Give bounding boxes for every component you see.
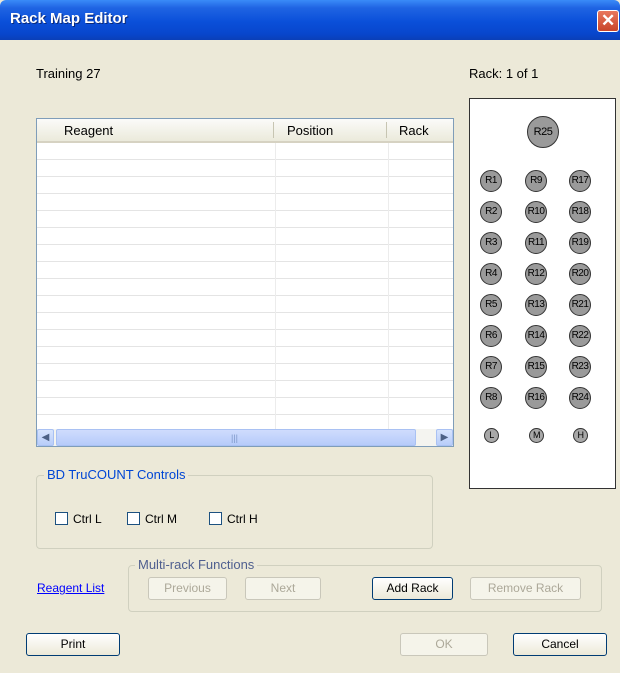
close-button[interactable]: ✕ bbox=[597, 10, 619, 32]
column-header-position[interactable]: Position bbox=[287, 123, 333, 138]
training-name-label: Training 27 bbox=[36, 66, 101, 81]
table-row[interactable] bbox=[37, 227, 453, 228]
previous-button[interactable]: Previous bbox=[148, 577, 227, 600]
scroll-grip-icon: ||| bbox=[231, 433, 239, 443]
horizontal-scrollbar[interactable]: ◀ ||| ▶ bbox=[37, 429, 453, 446]
table-header: Reagent Position Rack bbox=[37, 119, 453, 143]
scroll-left-icon[interactable]: ◀ bbox=[37, 429, 54, 446]
table-row[interactable] bbox=[37, 363, 453, 364]
rack-position-r7[interactable]: R7 bbox=[480, 356, 502, 378]
remove-rack-button[interactable]: Remove Rack bbox=[470, 577, 581, 600]
rack-position-r16[interactable]: R16 bbox=[525, 387, 547, 409]
title-bar[interactable]: Rack Map Editor ✕ bbox=[0, 0, 620, 40]
rack-indicator-label: Rack: 1 of 1 bbox=[469, 66, 539, 81]
ctrl-l-label[interactable]: Ctrl L bbox=[73, 512, 102, 526]
column-gridline bbox=[388, 143, 389, 429]
rack-position-r13[interactable]: R13 bbox=[525, 294, 547, 316]
window-title: Rack Map Editor bbox=[10, 10, 128, 27]
rack-position-m[interactable]: M bbox=[529, 428, 544, 443]
table-row[interactable] bbox=[37, 397, 453, 398]
table-row[interactable] bbox=[37, 261, 453, 262]
rack-position-r2[interactable]: R2 bbox=[480, 201, 502, 223]
rack-position-r4[interactable]: R4 bbox=[480, 263, 502, 285]
ctrl-h-label[interactable]: Ctrl H bbox=[227, 512, 258, 526]
table-row[interactable] bbox=[37, 312, 453, 313]
rack-map: R25 R1 R2 R3 R4 R5 R6 R7 R8 R9 R10 R11 R12 R13 R14 R15… bbox=[469, 98, 616, 489]
table-row[interactable] bbox=[37, 414, 453, 415]
multi-rack-functions-legend: Multi-rack Functions bbox=[135, 557, 258, 572]
table-row[interactable] bbox=[37, 329, 453, 330]
rack-position-r17[interactable]: R17 bbox=[569, 170, 591, 192]
print-button[interactable]: Print bbox=[26, 633, 120, 656]
rack-position-r5[interactable]: R5 bbox=[480, 294, 502, 316]
scroll-right-icon[interactable]: ▶ bbox=[436, 429, 453, 446]
column-separator[interactable] bbox=[273, 122, 274, 138]
rack-position-r20[interactable]: R20 bbox=[569, 263, 591, 285]
reagent-list-link[interactable]: Reagent List bbox=[37, 581, 104, 595]
rack-position-r15[interactable]: R15 bbox=[525, 356, 547, 378]
rack-map-editor-window: Rack Map Editor ✕ Training 27 Rack: 1 of… bbox=[0, 0, 620, 673]
table-row[interactable] bbox=[37, 244, 453, 245]
rack-position-r9[interactable]: R9 bbox=[525, 170, 547, 192]
rack-position-l[interactable]: L bbox=[484, 428, 499, 443]
rack-position-r18[interactable]: R18 bbox=[569, 201, 591, 223]
column-header-rack[interactable]: Rack bbox=[399, 123, 429, 138]
next-button[interactable]: Next bbox=[245, 577, 321, 600]
rack-position-r11[interactable]: R11 bbox=[525, 232, 547, 254]
table-row[interactable] bbox=[37, 210, 453, 211]
rack-position-r1[interactable]: R1 bbox=[480, 170, 502, 192]
rack-position-r19[interactable]: R19 bbox=[569, 232, 591, 254]
cancel-button[interactable]: Cancel bbox=[513, 633, 607, 656]
rack-position-r21[interactable]: R21 bbox=[569, 294, 591, 316]
scroll-thumb[interactable]: ||| bbox=[56, 429, 416, 446]
rack-position-h[interactable]: H bbox=[573, 428, 588, 443]
table-row[interactable] bbox=[37, 193, 453, 194]
rack-position-r6[interactable]: R6 bbox=[480, 325, 502, 347]
ctrl-m-checkbox[interactable] bbox=[127, 512, 140, 525]
trucount-controls-legend: BD TruCOUNT Controls bbox=[44, 467, 189, 482]
rack-position-r12[interactable]: R12 bbox=[525, 263, 547, 285]
rack-position-r22[interactable]: R22 bbox=[569, 325, 591, 347]
ctrl-l-checkbox[interactable] bbox=[55, 512, 68, 525]
close-icon: ✕ bbox=[601, 11, 616, 30]
rack-position-r10[interactable]: R10 bbox=[525, 201, 547, 223]
rack-position-r23[interactable]: R23 bbox=[569, 356, 591, 378]
column-separator[interactable] bbox=[386, 122, 387, 138]
ctrl-m-label[interactable]: Ctrl M bbox=[145, 512, 177, 526]
table-row[interactable] bbox=[37, 176, 453, 177]
rack-position-r14[interactable]: R14 bbox=[525, 325, 547, 347]
table-row[interactable] bbox=[37, 159, 453, 160]
rack-position-r25[interactable]: R25 bbox=[527, 116, 559, 148]
rack-position-r24[interactable]: R24 bbox=[569, 387, 591, 409]
table-row[interactable] bbox=[37, 346, 453, 347]
reagent-table[interactable]: Reagent Position Rack ◀ ||| ▶ bbox=[36, 118, 454, 447]
table-row[interactable] bbox=[37, 295, 453, 296]
rack-position-r8[interactable]: R8 bbox=[480, 387, 502, 409]
table-row[interactable] bbox=[37, 278, 453, 279]
add-rack-button[interactable]: Add Rack bbox=[372, 577, 453, 600]
column-header-reagent[interactable]: Reagent bbox=[64, 123, 113, 138]
rack-position-r3[interactable]: R3 bbox=[480, 232, 502, 254]
column-gridline bbox=[275, 143, 276, 429]
table-row[interactable] bbox=[37, 380, 453, 381]
ctrl-h-checkbox[interactable] bbox=[209, 512, 222, 525]
ok-button[interactable]: OK bbox=[400, 633, 488, 656]
